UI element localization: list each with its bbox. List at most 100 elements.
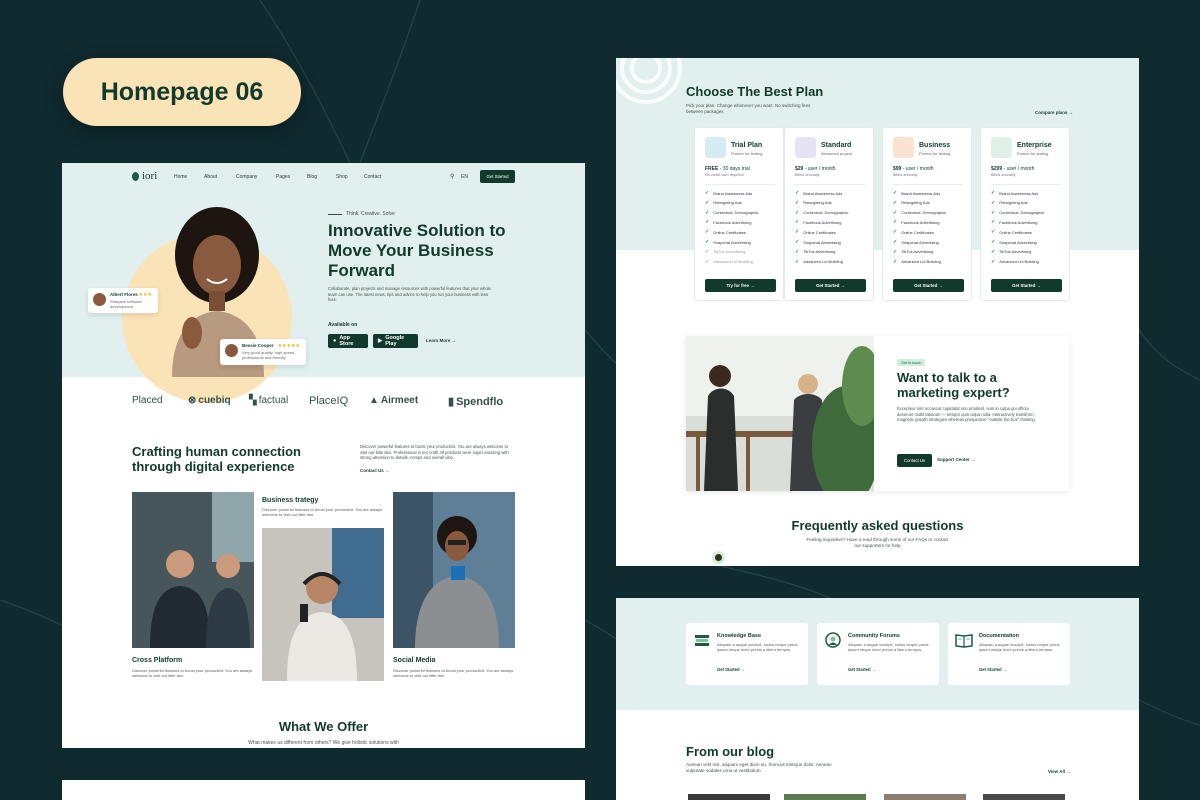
avatar xyxy=(93,293,106,306)
plan-feature: ✓ Contextual, Demographic xyxy=(795,209,849,216)
community-icon xyxy=(825,632,841,648)
logo-icon xyxy=(132,171,139,181)
plan-name: Business xyxy=(919,142,951,149)
blog-thumbnail[interactable] xyxy=(688,794,770,800)
plan-name: Enterprise xyxy=(1017,142,1052,149)
decorative-arcs xyxy=(616,58,682,104)
divider xyxy=(893,184,963,185)
plan-button[interactable]: Get Started → xyxy=(991,279,1062,292)
plan-feature: ✓ Snapchat Advertising xyxy=(991,239,1037,245)
plan-button[interactable]: Try for free → xyxy=(705,279,776,292)
plan-description: Protect for testing xyxy=(919,151,951,156)
plan-note: Billed annually xyxy=(795,173,820,177)
contact-us-link[interactable]: Contact Us → xyxy=(360,468,390,473)
plan-button[interactable]: Get Started → xyxy=(795,279,866,292)
card-text: Aliquam a augue suscipit, luctus neque p… xyxy=(848,642,929,653)
logo[interactable]: iori xyxy=(132,170,157,182)
community-forums-card[interactable]: Community Forums Aliquam a augue suscipi… xyxy=(817,623,939,685)
hero-tagline: Think. Creative. Solve xyxy=(328,211,395,217)
knowledge-base-card[interactable]: Knowledge Base Aliquam a augue suscipit,… xyxy=(686,623,808,685)
check-icon: ✓ xyxy=(795,258,800,265)
check-icon: ✓ xyxy=(893,190,898,196)
check-icon: ✓ xyxy=(705,209,710,216)
support-center-link[interactable]: Support Center → xyxy=(937,457,976,462)
nav-home[interactable]: Home xyxy=(174,174,187,180)
get-started-button[interactable]: Get Started xyxy=(480,170,515,183)
blog-thumbnail[interactable] xyxy=(784,794,866,800)
logo-text: iori xyxy=(142,170,158,182)
check-icon: ✓ xyxy=(991,209,996,216)
google-play-icon: ▶ xyxy=(378,338,383,344)
homepage-preview: iori Home About Company Pages Blog Shop … xyxy=(62,163,585,748)
plan-feature: ✓ Snapchat Advertising xyxy=(795,239,841,245)
check-icon: ✓ xyxy=(893,209,898,216)
card-title: Community Forums xyxy=(848,633,900,639)
business-strategy-photo xyxy=(262,528,384,681)
plan-feature: ✓ Brand Awareness Ads xyxy=(705,190,753,196)
check-icon: ✓ xyxy=(893,239,898,245)
pricing-preview: Choose The Best Plan Pick your plan. Cha… xyxy=(616,58,1139,566)
get-started-link[interactable]: Get Started → xyxy=(979,667,1007,672)
plan-card: Standard Advanced project $29 - user / mon… xyxy=(784,127,874,301)
plan-price: $99 - user / month xyxy=(893,166,934,172)
support-avatar xyxy=(712,551,725,564)
plan-feature: ✓ Contextual, Demographic xyxy=(893,209,947,216)
plan-description: Advanced project xyxy=(821,151,852,156)
nav-company[interactable]: Company xyxy=(236,174,257,180)
plan-name: Trial Plan xyxy=(731,142,763,149)
check-icon: ✓ xyxy=(795,219,800,226)
nav-pages[interactable]: Pages xyxy=(276,174,290,180)
search-icon[interactable]: ⚲ xyxy=(450,173,454,180)
compare-plans-link[interactable]: Compare plans → xyxy=(1035,110,1073,115)
cuebiq-icon: ⊗ xyxy=(188,395,197,406)
plan-feature: ✓ TikTok Advertising xyxy=(991,248,1032,255)
expert-photo xyxy=(686,336,874,491)
hero-text: Collaborate, plan projects and manage re… xyxy=(328,286,491,303)
plan-button[interactable]: Get Started → xyxy=(893,279,964,292)
blog-thumbnail[interactable] xyxy=(884,794,966,800)
learn-more-link[interactable]: Learn More → xyxy=(426,338,456,343)
app-store-button[interactable]: ● App Store xyxy=(328,334,368,348)
plan-feature: ✓ Snapchat Advertising xyxy=(893,239,939,245)
get-in-touch-badge: Get in touch xyxy=(897,359,926,366)
check-icon: ✓ xyxy=(991,239,996,245)
plan-price: $29 - user / month xyxy=(795,166,836,172)
card-text: Aliquam a augue suscipit, luctus neque p… xyxy=(717,642,798,653)
check-icon: ✓ xyxy=(991,248,996,255)
nav-about[interactable]: About xyxy=(204,174,217,180)
plan-feature: ✓ Brand Awareness Ads xyxy=(795,190,843,196)
social-media-text: Discover powerful features to boost your… xyxy=(393,668,514,679)
business-strategy-text: Discover powerful features to boost your… xyxy=(262,507,383,518)
nav-blog[interactable]: Blog xyxy=(307,174,317,180)
brand-factual: ▚ factual xyxy=(249,395,289,406)
nav-contact[interactable]: Contact xyxy=(364,174,381,180)
check-icon: ✓ xyxy=(705,248,710,255)
social-media-title: Social Media xyxy=(393,657,436,664)
divider xyxy=(705,184,775,185)
plan-name: Standard xyxy=(821,142,852,149)
avatar xyxy=(225,344,238,357)
check-icon: ✓ xyxy=(893,219,898,226)
cross-platform-text: Discover powerful features to boost your… xyxy=(132,668,253,679)
plan-feature: ✓ Brand Awareness Ads xyxy=(893,190,941,196)
documentation-card[interactable]: Documentation Aliquam a augue suscipit, … xyxy=(948,623,1070,685)
google-play-button[interactable]: ▶ Google Play xyxy=(373,334,418,348)
contact-us-button[interactable]: Contact Us xyxy=(897,454,932,467)
testimonial-card-bessie: Bessie Cooper Very good quality, high sp… xyxy=(220,339,306,365)
check-icon: ✓ xyxy=(705,190,710,196)
check-icon: ✓ xyxy=(893,258,898,265)
blog-thumbnail[interactable] xyxy=(983,794,1065,800)
plan-feature: ✓ TikTok Advertising xyxy=(893,248,934,255)
plan-feature: ✓ Retargeting Ads xyxy=(991,199,1028,206)
plan-note: No credit card required xyxy=(705,173,744,177)
card-title: Knowledge Base xyxy=(717,633,762,639)
hero-title: Innovative Solution to Move Your Busines… xyxy=(328,221,506,280)
view-all-link[interactable]: View All → xyxy=(1048,769,1071,774)
get-started-link[interactable]: Get Started → xyxy=(717,667,745,672)
check-icon: ✓ xyxy=(705,219,710,226)
get-started-link[interactable]: Get Started → xyxy=(848,667,876,672)
plan-description: Protect for testing xyxy=(731,151,763,156)
language-select[interactable]: EN xyxy=(461,174,468,180)
plan-feature: ✓ Facebook Advertising xyxy=(991,219,1038,226)
nav-shop[interactable]: Shop xyxy=(336,174,348,180)
